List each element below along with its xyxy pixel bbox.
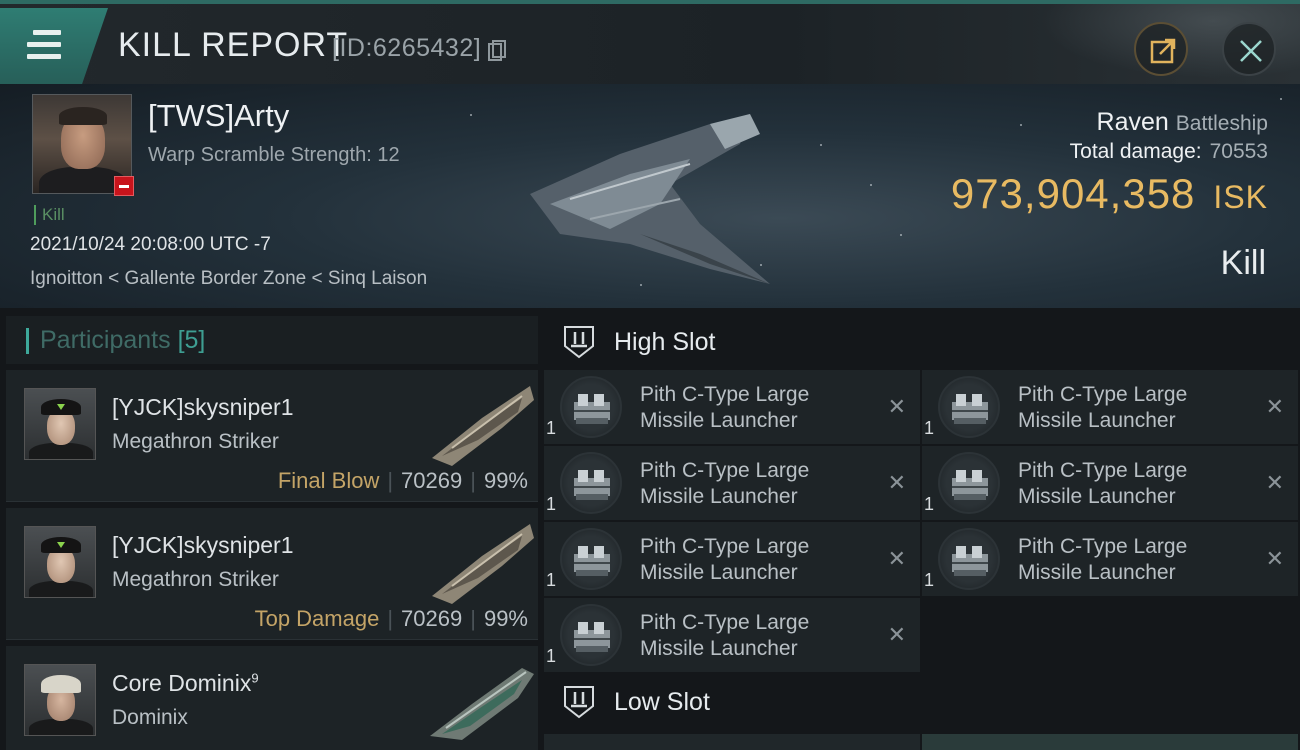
module-name: Pith C-Type Large Missile Launcher: [640, 611, 810, 660]
missile-launcher-icon: [938, 376, 1000, 438]
low-slot-module[interactable]: [544, 734, 920, 750]
low-slot-module[interactable]: [922, 734, 1298, 750]
header-bar: KILL REPORT [ID:6265432]: [0, 0, 1300, 88]
participant-damage: 70269: [401, 468, 463, 493]
low-slot-header: Low Slot: [544, 674, 1300, 730]
participant-ship: Megathron Striker: [112, 568, 279, 591]
participant-ship: Dominix: [112, 706, 188, 729]
participant-portrait: [24, 388, 96, 460]
kill-datetime: 2021/10/24 20:08:00 UTC -7: [30, 234, 271, 255]
isk-amount: 973,904,358: [950, 170, 1196, 217]
missile-launcher-icon: [560, 604, 622, 666]
missile-launcher-icon: [938, 452, 1000, 514]
module-quantity: 1: [546, 494, 557, 514]
participant-percent: 99%: [483, 468, 528, 493]
module-quantity: 1: [546, 418, 557, 438]
share-icon: [1150, 38, 1176, 64]
isk-value: 973,904,358 ISK: [951, 170, 1268, 218]
high-slot-module[interactable]: 1 Pith C-Type Large Missile Launcher ✕: [922, 522, 1298, 596]
slot-icon: [564, 326, 594, 359]
remove-icon[interactable]: ✕: [888, 622, 906, 648]
module-name: Pith C-Type Large Missile Launcher: [1018, 459, 1188, 508]
participant-card[interactable]: Core Dominix9 Dominix: [6, 646, 538, 750]
participants-count: [5]: [177, 326, 206, 354]
high-slot-module[interactable]: 1 Pith C-Type Large Missile Launcher ✕: [922, 446, 1298, 520]
high-slot-title: High Slot: [614, 328, 716, 356]
close-button[interactable]: [1222, 22, 1276, 76]
participants-header: Participants [5]: [6, 316, 538, 364]
isk-unit: ISK: [1213, 179, 1268, 215]
missile-launcher-icon: [560, 376, 622, 438]
report-id: [ID:6265432]: [332, 34, 482, 62]
high-slot-module[interactable]: 1 Pith C-Type Large Missile Launcher ✕: [922, 370, 1298, 444]
high-slot-header: High Slot: [544, 314, 1300, 370]
missile-launcher-icon: [560, 528, 622, 590]
participant-tag: Top Damage: [254, 606, 380, 631]
participant-damage: 70269: [401, 606, 463, 631]
remove-icon[interactable]: ✕: [888, 546, 906, 572]
remove-icon[interactable]: ✕: [1266, 394, 1284, 420]
remove-icon[interactable]: ✕: [888, 394, 906, 420]
victim-ship-class: Battleship: [1175, 112, 1268, 135]
module-quantity: 1: [924, 494, 935, 514]
participant-ship: Megathron Striker: [112, 430, 279, 453]
participant-card[interactable]: [YJCK]skysniper1 Megathron Striker Top D…: [6, 508, 538, 640]
high-slot-module[interactable]: 1 Pith C-Type Large Missile Launcher ✕: [544, 370, 920, 444]
total-damage-label: Total damage:: [1069, 140, 1202, 163]
participant-stats: Final Blow | 70269 | 99%: [277, 468, 528, 493]
victim-ship-name: Raven: [1096, 108, 1169, 136]
security-status-badge: [114, 176, 134, 196]
participant-name: [YJCK]skysniper1: [112, 532, 294, 558]
high-slot-module[interactable]: 1 Pith C-Type Large Missile Launcher ✕: [544, 522, 920, 596]
missile-launcher-icon: [560, 452, 622, 514]
warp-scramble-strength: Warp Scramble Strength: 12: [148, 144, 400, 166]
participant-stats: Top Damage | 70269 | 99%: [254, 606, 528, 631]
module-name: Pith C-Type Large Missile Launcher: [1018, 383, 1188, 432]
share-button[interactable]: [1134, 22, 1188, 76]
high-slot-module[interactable]: 1 Pith C-Type Large Missile Launcher ✕: [544, 598, 920, 672]
victim-ship[interactable]: Raven Battleship: [1097, 108, 1268, 137]
module-quantity: 1: [546, 570, 557, 590]
module-quantity: 1: [924, 418, 935, 438]
participant-tag: Final Blow: [277, 468, 380, 493]
missile-launcher-icon: [938, 528, 1000, 590]
remove-icon[interactable]: ✕: [1266, 470, 1284, 496]
copy-icon[interactable]: [488, 40, 506, 62]
participant-name: Core Dominix9: [112, 670, 259, 696]
remove-icon[interactable]: ✕: [888, 470, 906, 496]
module-name: Pith C-Type Large Missile Launcher: [640, 459, 810, 508]
module-name: Pith C-Type Large Missile Launcher: [640, 535, 810, 584]
module-name: Pith C-Type Large Missile Launcher: [1018, 535, 1188, 584]
page-title: KILL REPORT: [118, 26, 349, 64]
participants-label: Participants: [40, 326, 171, 354]
participant-card[interactable]: [YJCK]skysniper1 Megathron Striker Final…: [6, 370, 538, 502]
low-slot-title: Low Slot: [614, 688, 710, 716]
kill-summary-panel: [TWS]Arty Warp Scramble Strength: 12 Kil…: [0, 84, 1300, 308]
close-icon: [1240, 40, 1262, 62]
participant-ship-image: [432, 386, 534, 466]
slot-icon: [564, 686, 594, 719]
module-quantity: 1: [546, 646, 557, 666]
participant-ship-image: [432, 524, 534, 604]
participant-name: [YJCK]skysniper1: [112, 394, 294, 420]
victim-name[interactable]: [TWS]Arty: [148, 98, 289, 134]
participant-ship-image: [430, 668, 534, 740]
menu-button[interactable]: [0, 8, 108, 84]
remove-icon[interactable]: ✕: [1266, 546, 1284, 572]
result-label: Kill: [1220, 244, 1266, 282]
participant-portrait: [24, 526, 96, 598]
victim-ship-image: [530, 114, 770, 284]
participant-percent: 99%: [483, 606, 528, 631]
module-quantity: 1: [924, 570, 935, 590]
total-damage: Total damage: 70553: [1070, 140, 1268, 164]
high-slot-module[interactable]: 1 Pith C-Type Large Missile Launcher ✕: [544, 446, 920, 520]
module-name: Pith C-Type Large Missile Launcher: [640, 383, 810, 432]
total-damage-value: 70553: [1209, 140, 1268, 163]
kill-tag: Kill: [34, 205, 65, 225]
menu-icon: [27, 30, 61, 60]
participant-portrait: [24, 664, 96, 736]
kill-location[interactable]: Ignoitton < Gallente Border Zone < Sinq …: [30, 268, 427, 290]
